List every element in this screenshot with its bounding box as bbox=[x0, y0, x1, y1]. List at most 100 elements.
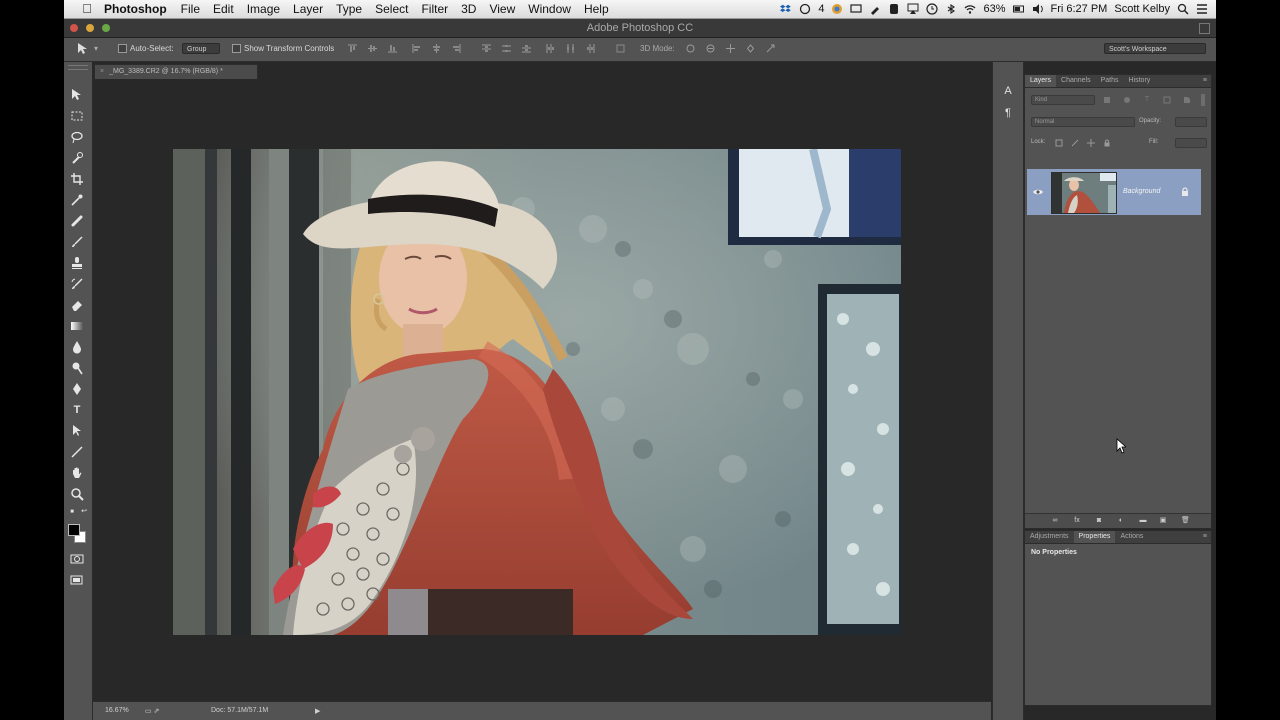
distribute-right-icon[interactable] bbox=[586, 44, 595, 53]
link-layers-icon[interactable]: ∞ bbox=[1051, 517, 1059, 525]
color-wheel-icon[interactable] bbox=[831, 3, 843, 15]
default-colors-icon[interactable]: ■ bbox=[68, 508, 76, 516]
distribute-hcenter-icon[interactable] bbox=[566, 44, 575, 53]
character-panel-icon[interactable]: A bbox=[1001, 84, 1015, 98]
menu-file[interactable]: File bbox=[181, 2, 200, 16]
workspace-switcher[interactable]: Scott's Workspace bbox=[1104, 43, 1206, 54]
3d-orbit-icon[interactable] bbox=[686, 44, 695, 53]
status-menu-arrow-icon[interactable]: ▶ bbox=[315, 707, 320, 715]
document-tab[interactable]: × _MG_3389.CR2 @ 16.7% (RGB/8) * bbox=[94, 64, 258, 79]
screen-mode-icon[interactable] bbox=[70, 573, 84, 587]
quick-selection-icon[interactable] bbox=[70, 151, 84, 165]
brush-tool-icon[interactable] bbox=[70, 235, 84, 249]
eyedropper-icon[interactable] bbox=[70, 193, 84, 207]
close-document-icon[interactable]: × bbox=[100, 68, 104, 75]
delete-layer-icon[interactable]: 🗑 bbox=[1181, 517, 1190, 525]
volume-icon[interactable] bbox=[1032, 3, 1044, 15]
time-machine-icon[interactable] bbox=[926, 3, 939, 15]
properties-menu-icon[interactable]: ≡ bbox=[1203, 531, 1211, 543]
distribute-top-icon[interactable] bbox=[482, 44, 491, 53]
tab-history[interactable]: History bbox=[1124, 75, 1156, 87]
filter-adjustment-icon[interactable] bbox=[1123, 96, 1131, 104]
move-tool-icon[interactable] bbox=[70, 88, 84, 102]
lock-all-icon[interactable] bbox=[1103, 139, 1111, 147]
healing-brush-icon[interactable] bbox=[70, 214, 84, 228]
preset-chevron-icon[interactable]: ▾ bbox=[94, 44, 98, 53]
opacity-input[interactable] bbox=[1175, 117, 1207, 127]
filter-type-icon[interactable]: T bbox=[1143, 96, 1151, 104]
filter-pixel-icon[interactable] bbox=[1103, 96, 1111, 104]
sync-icon[interactable] bbox=[799, 3, 811, 15]
eraser-icon[interactable] bbox=[70, 298, 84, 312]
toolbar-grip[interactable] bbox=[68, 65, 88, 70]
zoom-level[interactable]: 16.67% bbox=[105, 707, 129, 714]
menu-edit[interactable]: Edit bbox=[213, 2, 234, 16]
panel-menu-icon[interactable]: ≡ bbox=[1203, 75, 1211, 87]
filter-smart-object-icon[interactable] bbox=[1183, 96, 1191, 104]
crop-tool-icon[interactable] bbox=[70, 172, 84, 186]
notification-count[interactable]: 4 bbox=[818, 3, 824, 15]
menu-window[interactable]: Window bbox=[528, 2, 571, 16]
tab-channels[interactable]: Channels bbox=[1056, 75, 1096, 87]
layer-kind-filter[interactable]: Kind bbox=[1031, 95, 1095, 105]
battery-percent[interactable]: 63% bbox=[983, 3, 1005, 15]
line-tool-icon[interactable] bbox=[70, 445, 84, 459]
marquee-tool-icon[interactable] bbox=[70, 109, 84, 123]
distribute-left-icon[interactable] bbox=[546, 44, 555, 53]
move-tool-preset-icon[interactable] bbox=[76, 42, 90, 56]
apple-icon[interactable]:  bbox=[80, 2, 94, 16]
3d-slide-icon[interactable] bbox=[746, 44, 755, 53]
layer-name[interactable]: Background bbox=[1123, 188, 1160, 195]
filter-toggle[interactable] bbox=[1201, 94, 1205, 106]
auto-select-dropdown[interactable]: Group bbox=[182, 43, 220, 54]
align-top-icon[interactable] bbox=[348, 44, 357, 53]
distribute-vcenter-icon[interactable] bbox=[502, 44, 511, 53]
adjustment-layer-icon[interactable]: ◐ bbox=[1117, 517, 1125, 525]
tab-actions[interactable]: Actions bbox=[1115, 531, 1148, 543]
lock-position-icon[interactable] bbox=[1087, 139, 1095, 147]
lock-icon[interactable] bbox=[1181, 187, 1189, 196]
menu-type[interactable]: Type bbox=[336, 2, 362, 16]
layer-style-icon[interactable]: fx bbox=[1073, 517, 1081, 525]
blur-tool-icon[interactable] bbox=[70, 340, 84, 354]
foreground-color-swatch[interactable] bbox=[68, 524, 80, 536]
history-brush-icon[interactable] bbox=[70, 277, 84, 291]
3d-pan-icon[interactable] bbox=[726, 44, 735, 53]
document-photo[interactable] bbox=[173, 149, 901, 635]
dropbox-icon[interactable] bbox=[780, 3, 792, 15]
menu-help[interactable]: Help bbox=[584, 2, 609, 16]
quick-mask-icon[interactable] bbox=[70, 552, 84, 566]
menu-3d[interactable]: 3D bbox=[461, 2, 476, 16]
menu-image[interactable]: Image bbox=[247, 2, 280, 16]
type-tool-icon[interactable]: T bbox=[70, 403, 84, 417]
battery-icon[interactable] bbox=[1012, 3, 1025, 15]
align-bottom-icon[interactable] bbox=[388, 44, 397, 53]
align-left-icon[interactable] bbox=[412, 44, 421, 53]
zoom-tool-icon[interactable] bbox=[70, 487, 84, 501]
tab-paths[interactable]: Paths bbox=[1096, 75, 1124, 87]
airplay-icon[interactable] bbox=[907, 3, 919, 15]
tab-layers[interactable]: Layers bbox=[1025, 75, 1057, 87]
filter-shape-icon[interactable] bbox=[1163, 96, 1171, 104]
evernote-icon[interactable] bbox=[888, 3, 900, 15]
new-group-icon[interactable]: ▬ bbox=[1139, 517, 1147, 525]
blend-mode-dropdown[interactable]: Normal bbox=[1031, 117, 1135, 127]
transform-controls-checkbox[interactable] bbox=[232, 44, 241, 54]
menu-select[interactable]: Select bbox=[375, 2, 408, 16]
new-layer-icon[interactable]: ▣ bbox=[1159, 517, 1167, 525]
user-name[interactable]: Scott Kelby bbox=[1114, 3, 1170, 15]
lasso-tool-icon[interactable] bbox=[70, 130, 84, 144]
layer-row-background[interactable]: Background bbox=[1027, 169, 1201, 215]
auto-align-icon[interactable] bbox=[616, 44, 625, 53]
3d-scale-icon[interactable] bbox=[766, 44, 775, 53]
menu-app-name[interactable]: Photoshop bbox=[104, 2, 167, 16]
path-selection-icon[interactable] bbox=[70, 424, 84, 438]
3d-roll-icon[interactable] bbox=[706, 44, 715, 53]
lock-transparent-icon[interactable] bbox=[1055, 139, 1063, 147]
menu-filter[interactable]: Filter bbox=[421, 2, 448, 16]
clock[interactable]: Fri 6:27 PM bbox=[1051, 3, 1108, 15]
auto-select-checkbox[interactable] bbox=[118, 44, 127, 54]
menu-layer[interactable]: Layer bbox=[293, 2, 323, 16]
align-vcenter-icon[interactable] bbox=[368, 44, 377, 53]
spotlight-icon[interactable] bbox=[1177, 3, 1189, 15]
